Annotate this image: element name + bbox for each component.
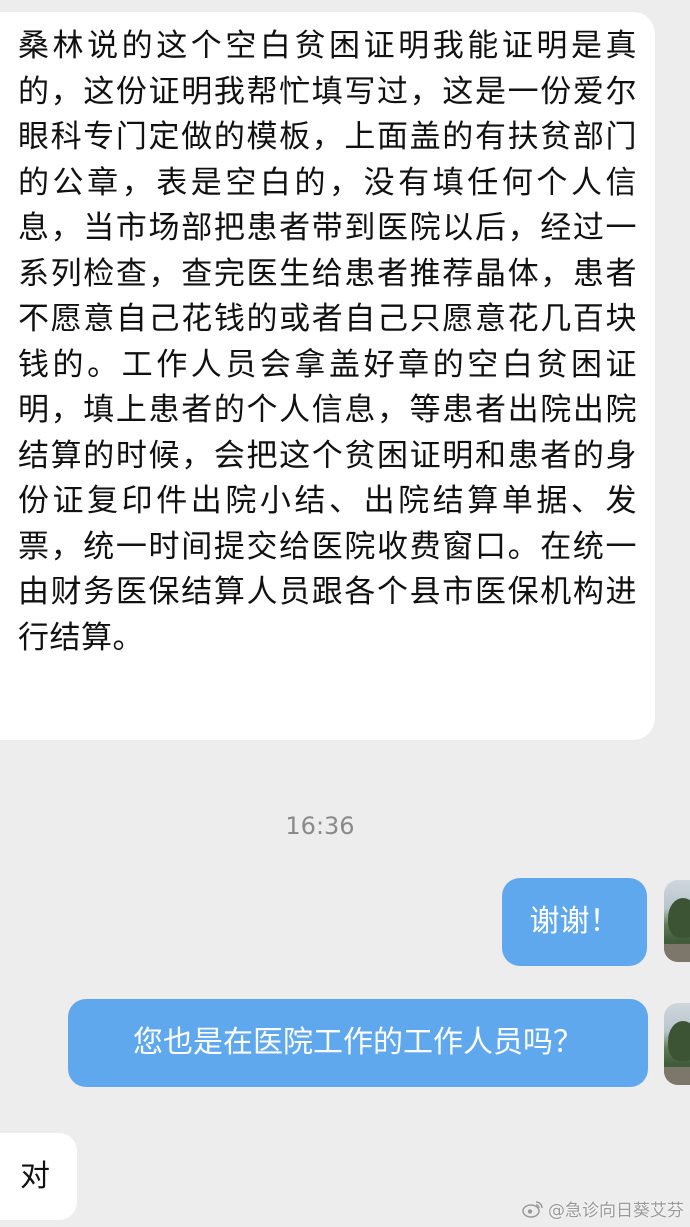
user-avatar[interactable] — [664, 1003, 690, 1085]
message-text: 谢谢！ — [529, 904, 620, 939]
avatar-tree-image — [668, 898, 690, 938]
outgoing-message-thanks[interactable]: 谢谢！ — [502, 878, 647, 966]
outgoing-message-question[interactable]: 您也是在医院工作的工作人员吗？ — [68, 999, 648, 1087]
avatar-road-image — [664, 944, 690, 962]
incoming-message-long[interactable]: 桑林说的这个空白贫困证明我能证明是真的，这份证明我帮忙填写过，这是一份爱尔眼科专… — [0, 12, 655, 740]
avatar-road-image — [664, 1067, 690, 1085]
watermark: @急诊向日葵艾芬 — [522, 1196, 684, 1221]
weibo-icon — [522, 1200, 543, 1218]
avatar-tree-image — [668, 1021, 690, 1061]
watermark-text: @急诊向日葵艾芬 — [548, 1201, 684, 1221]
incoming-message-yes[interactable]: 对 — [0, 1133, 77, 1220]
message-text: 您也是在医院工作的工作人员吗？ — [133, 1025, 583, 1060]
message-text: 桑林说的这个空白贫困证明我能证明是真的，这份证明我帮忙填写过，这是一份爱尔眼科专… — [18, 28, 637, 656]
message-text: 对 — [20, 1159, 50, 1194]
user-avatar[interactable] — [664, 880, 690, 962]
message-timestamp: 16:36 — [285, 812, 355, 840]
